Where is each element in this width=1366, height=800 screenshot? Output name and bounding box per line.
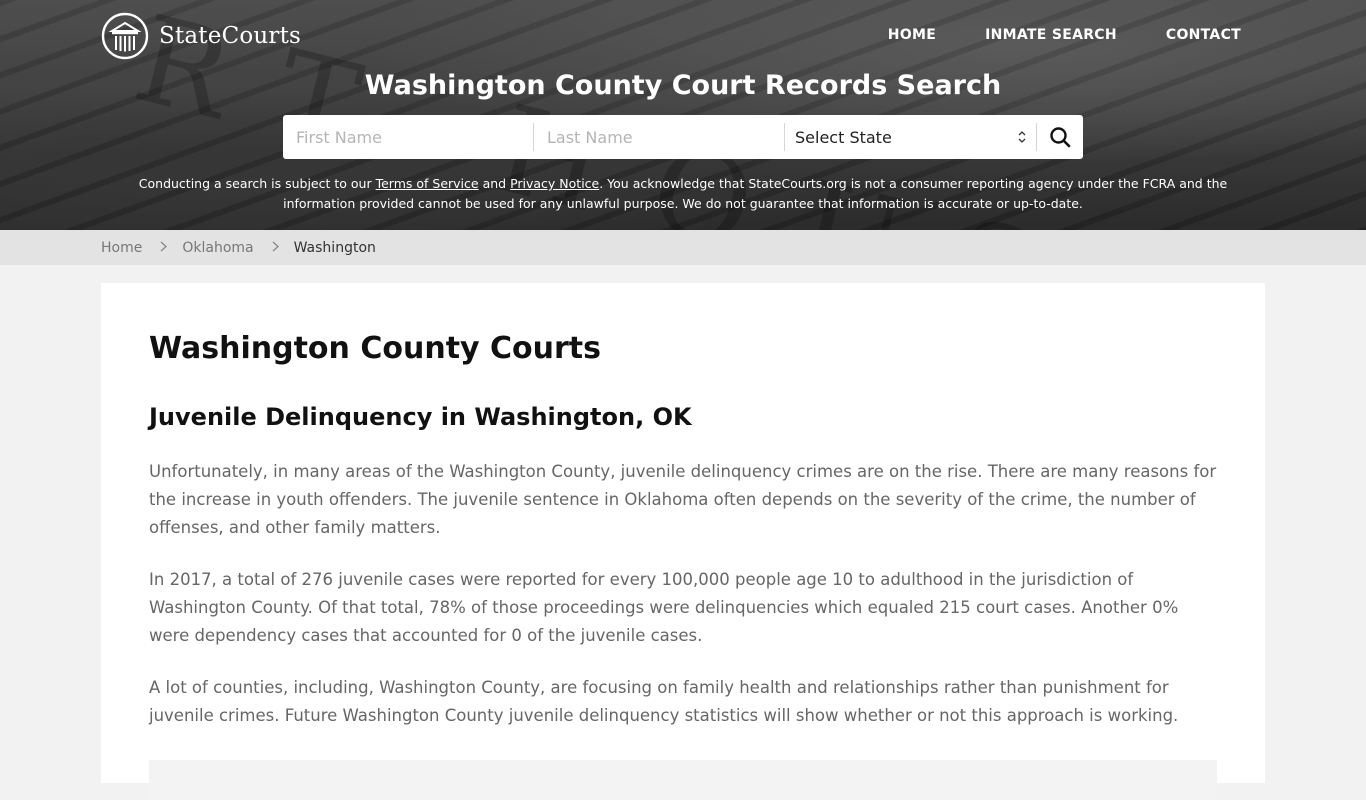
content-card: Washington County Courts Juvenile Delinq… [101, 283, 1265, 800]
nav-home[interactable]: HOME [888, 27, 936, 43]
nav-contact[interactable]: CONTACT [1166, 27, 1241, 43]
section-title: Juvenile Delinquency in Washington, OK [149, 403, 692, 431]
top-navigation-bar: StateCourts HOME INMATE SEARCH CONTACT [0, 0, 1366, 72]
first-name-input[interactable] [283, 115, 533, 159]
paragraph: In 2017, a total of 276 juvenile cases w… [149, 570, 1179, 645]
breadcrumb-current: Washington [293, 239, 376, 256]
disclaimer-text: Conducting a search is subject to our [138, 176, 376, 191]
records-search-form: Select State [283, 115, 1083, 159]
site-logo-link[interactable]: StateCourts [101, 12, 301, 60]
privacy-notice-link[interactable]: Privacy Notice [510, 176, 599, 191]
brand-name: StateCourts [159, 23, 302, 49]
breadcrumb-home[interactable]: Home [101, 240, 142, 256]
state-select[interactable]: Select State [785, 115, 1036, 159]
courthouse-columns-icon [101, 12, 149, 60]
page-title: Washington County Courts [149, 331, 602, 366]
chevron-right-icon [272, 240, 279, 256]
state-select-value: Select State [795, 127, 892, 147]
search-icon [1050, 127, 1071, 148]
search-disclaimer: Conducting a search is subject to our Te… [120, 174, 1246, 214]
paragraph: A lot of counties, including, Washington… [149, 678, 1179, 725]
select-updown-icon [1018, 130, 1026, 144]
main-nav: HOME INMATE SEARCH CONTACT [888, 27, 1241, 43]
search-button[interactable] [1037, 115, 1083, 159]
stats-box [149, 760, 1217, 800]
last-name-input[interactable] [534, 115, 784, 159]
chevron-right-icon [160, 240, 168, 256]
nav-inmate-search[interactable]: INMATE SEARCH [985, 27, 1117, 43]
hero-header: RT HOUSE StateCourts HOME INMATE SEARCH … [0, 0, 1366, 230]
hero-title: Washington County Court Records Search [364, 70, 1002, 101]
breadcrumb-oklahoma[interactable]: Oklahoma [182, 240, 253, 256]
breadcrumb: Home Oklahoma Washington [0, 230, 1366, 265]
disclaimer-text: and [478, 176, 511, 191]
terms-of-service-link[interactable]: Terms of Service [376, 176, 479, 191]
paragraph: Unfortunately, in many areas of the Wash… [149, 462, 1217, 537]
